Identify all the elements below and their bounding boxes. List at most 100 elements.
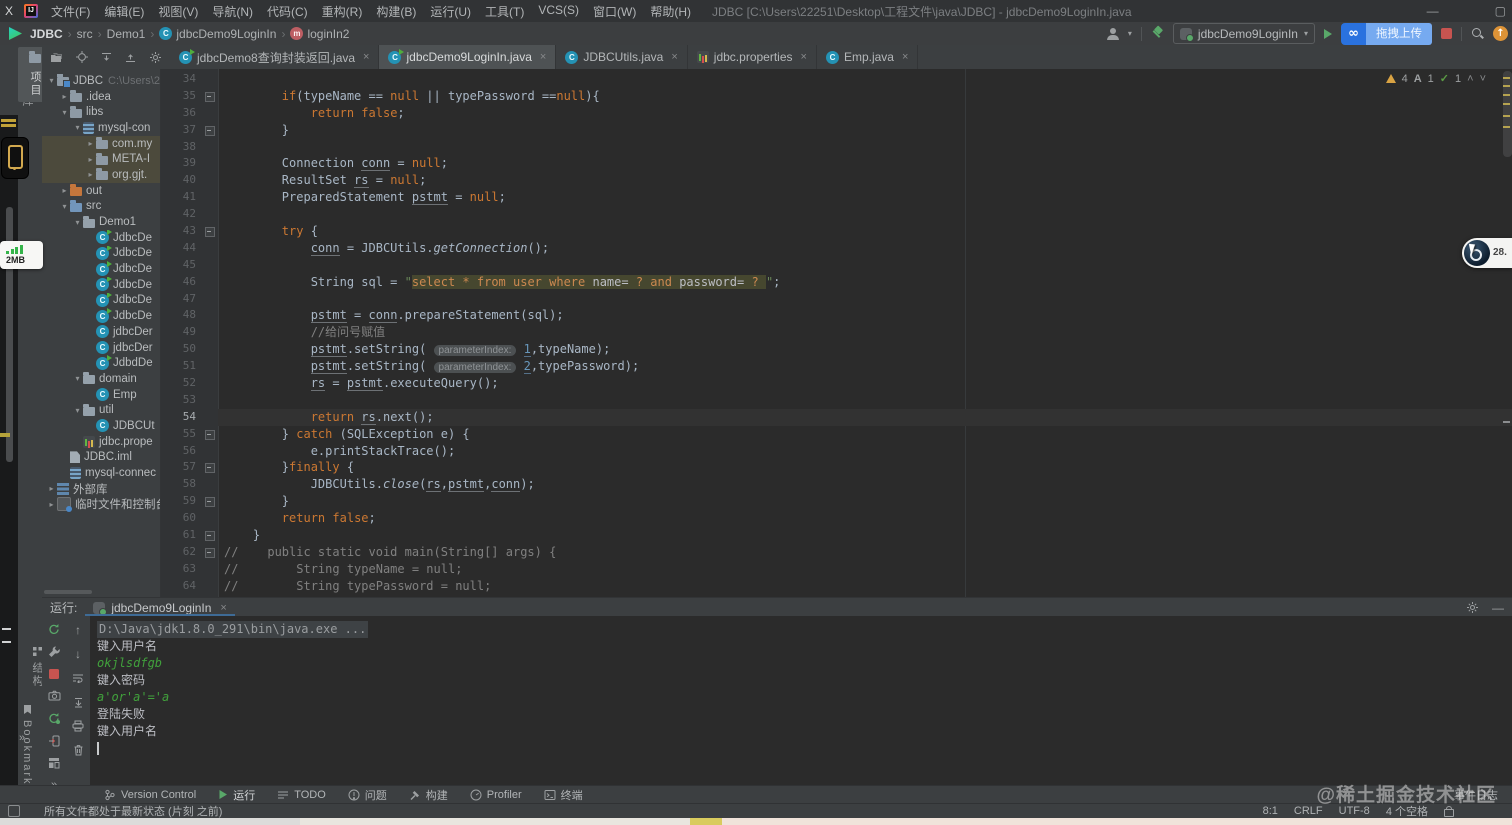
rerun-icon[interactable]	[46, 622, 62, 636]
tree-item[interactable]: jdbcDer	[42, 340, 160, 356]
toolwindow-button-play[interactable]: 运行	[218, 787, 255, 803]
run-configuration-select[interactable]: jdbcDemo9LoginIn ▾	[1172, 23, 1315, 44]
stripe-button-Bookmarks[interactable]: Bookmarks	[20, 699, 34, 798]
tree-chevron-icon[interactable]: ▸	[59, 92, 70, 101]
tree-chevron-icon[interactable]: ▾	[72, 406, 83, 415]
close-icon[interactable]: ×	[902, 51, 908, 63]
print-icon[interactable]	[70, 718, 86, 734]
tree-chevron-icon[interactable]: ▸	[46, 500, 57, 509]
tree-chevron-icon[interactable]: ▸	[85, 170, 96, 179]
tree-chevron-icon[interactable]: ▸	[46, 484, 57, 493]
update-notification-icon[interactable]: ↑	[1493, 26, 1508, 41]
drag-upload-button[interactable]: 拖拽上传	[1366, 22, 1432, 45]
next-issue-icon[interactable]: ˅	[1480, 73, 1486, 85]
editor-line[interactable]: 62 // public static void main(String[] ar…	[160, 543, 1512, 561]
breadcrumb-item[interactable]: JDBC	[30, 27, 63, 41]
editor-tab[interactable]: jdbcDemo9LoginIn.java ×	[379, 45, 557, 69]
tree-item[interactable]: JdbcDe	[42, 308, 160, 324]
fold-icon[interactable]	[205, 125, 215, 136]
run-button[interactable]	[1324, 28, 1332, 39]
tree-item[interactable]: ▸ META-I	[42, 151, 160, 168]
lock-icon[interactable]	[1444, 805, 1454, 817]
rerun-debug-icon[interactable]	[46, 711, 62, 725]
scroll-end-icon[interactable]	[70, 694, 86, 710]
inspections-widget[interactable]: 4 A 1 ✓ 1 ˄ ˅	[1385, 72, 1486, 85]
prev-issue-icon[interactable]: ˄	[1467, 73, 1473, 85]
menu-item[interactable]: 代码(C)	[260, 3, 315, 20]
tree-item[interactable]: ▾ domain	[42, 371, 160, 387]
editor-line[interactable]: 49 //给问号赋值	[160, 324, 1512, 342]
status-widget-icon[interactable]	[8, 805, 20, 817]
caret-position[interactable]: 8:1	[1263, 805, 1278, 817]
editor-line[interactable]: 41 PreparedStatement pstmt = null;	[160, 189, 1512, 207]
wrench-icon[interactable]	[46, 645, 62, 658]
editor-line[interactable]: 37 }	[160, 121, 1512, 139]
tree-item[interactable]: jdbcDer	[42, 324, 160, 340]
toolwindow-button-terminal[interactable]: 终端	[544, 787, 583, 803]
menu-item[interactable]: 帮助(H)	[643, 3, 698, 20]
fold-icon[interactable]	[205, 429, 215, 440]
tree-item[interactable]: JdbdDe	[42, 355, 160, 371]
menu-item[interactable]: 构建(B)	[369, 3, 423, 20]
down-icon[interactable]: ↓	[70, 646, 86, 662]
tree-item[interactable]: ▾ src	[42, 199, 160, 215]
editor-line[interactable]: 34	[160, 71, 1512, 88]
phone-overlay-icon[interactable]	[1, 137, 29, 179]
fold-icon[interactable]	[205, 497, 215, 508]
tree-item[interactable]: JdbcDe	[42, 292, 160, 309]
breadcrumb-item[interactable]: jdbcDemo9LoginIn	[159, 27, 276, 41]
editor-line[interactable]: 51 pstmt.setString( parameterIndex: 2,ty…	[160, 358, 1512, 376]
tree-item[interactable]: ▾ util	[42, 402, 160, 418]
tree-item[interactable]: ▾ mysql-con	[42, 120, 160, 136]
editor-line[interactable]: 44 conn = JDBCUtils.getConnection();	[160, 239, 1512, 257]
toolwindow-button-profiler[interactable]: Profiler	[470, 789, 522, 801]
fold-icon[interactable]	[205, 463, 215, 474]
tree-item[interactable]: JdbcDe	[42, 276, 160, 293]
breadcrumb-item[interactable]: Demo1	[107, 27, 146, 41]
tree-chevron-icon[interactable]: ▾	[72, 218, 83, 227]
editor-line[interactable]: 48 pstmt = conn.prepareStatement(sql);	[160, 307, 1512, 325]
menu-item[interactable]: 窗口(W)	[586, 3, 643, 20]
editor-line[interactable]: 40 ResultSet rs = null;	[160, 172, 1512, 190]
build-hammer-icon[interactable]	[1151, 27, 1164, 40]
console-line[interactable]: D:\Java\jdk1.8.0_291\bin\java.exe ...	[97, 621, 1512, 638]
editor-tab[interactable]: JDBCUtils.java ×	[556, 45, 688, 69]
editor-tab[interactable]: jdbc.properties ×	[687, 45, 817, 69]
fold-icon[interactable]	[205, 91, 215, 102]
stop-button[interactable]	[1441, 28, 1452, 39]
run-settings-gear-icon[interactable]	[1464, 600, 1480, 616]
menu-item[interactable]: 编辑(E)	[97, 3, 151, 20]
chevron-down-icon[interactable]: ▾	[1128, 29, 1132, 38]
menu-item[interactable]: 视图(V)	[151, 3, 205, 20]
tree-item[interactable]: ▾ Demo1	[42, 214, 160, 230]
editor-line[interactable]: 58 JDBCUtils.close(rs,pstmt,conn);	[160, 476, 1512, 494]
hide-panel-icon[interactable]: —	[1492, 601, 1504, 615]
user-icon[interactable]	[1106, 27, 1119, 40]
tree-chevron-icon[interactable]: ▾	[59, 108, 70, 117]
run-tab[interactable]: jdbcDemo9LoginIn ×	[85, 598, 235, 617]
editor-line[interactable]: 45	[160, 256, 1512, 274]
code-editor[interactable]: 34 35 if(typeName == null || typePassword…	[160, 69, 1512, 597]
tree-item[interactable]: ▸ 临时文件和控制台	[42, 497, 160, 513]
tree-chevron-icon[interactable]: ▾	[72, 123, 83, 132]
console-line[interactable]	[97, 740, 1512, 757]
menu-item[interactable]: 重构(R)	[315, 3, 370, 20]
editor-line[interactable]: 54 return rs.next();	[160, 408, 1512, 426]
toolwindow-button-branch[interactable]: Version Control	[104, 789, 196, 801]
tree-item[interactable]: JdbcDe	[42, 229, 160, 246]
overlay-close-icon[interactable]: X	[0, 4, 18, 18]
project-tree-panel[interactable]: ▾ JDBC C:\Users\2 ▸ .idea ▾ libs ▾ mysql-con ▸ com…	[42, 69, 161, 597]
editor-tab[interactable]: Emp.java ×	[816, 45, 919, 69]
breadcrumb-item[interactable]: src	[77, 27, 93, 41]
tree-item[interactable]: ▾ JDBC C:\Users\2	[42, 73, 160, 89]
editor-tab[interactable]: jdbcDemo8查询封装返回.java ×	[170, 45, 380, 69]
close-icon[interactable]: ×	[363, 51, 369, 63]
editor-line[interactable]: 56 e.printStackTrace();	[160, 442, 1512, 460]
editor-line[interactable]: 61 }	[160, 527, 1512, 544]
collapse-all-icon[interactable]	[125, 52, 136, 63]
toolwindow-button-build[interactable]: 构建	[409, 787, 448, 803]
fold-icon[interactable]	[205, 547, 215, 558]
tree-chevron-icon[interactable]: ▾	[59, 202, 70, 211]
editor-line[interactable]: 47	[160, 290, 1512, 308]
toolwindow-button-problem[interactable]: 问题	[348, 787, 387, 803]
